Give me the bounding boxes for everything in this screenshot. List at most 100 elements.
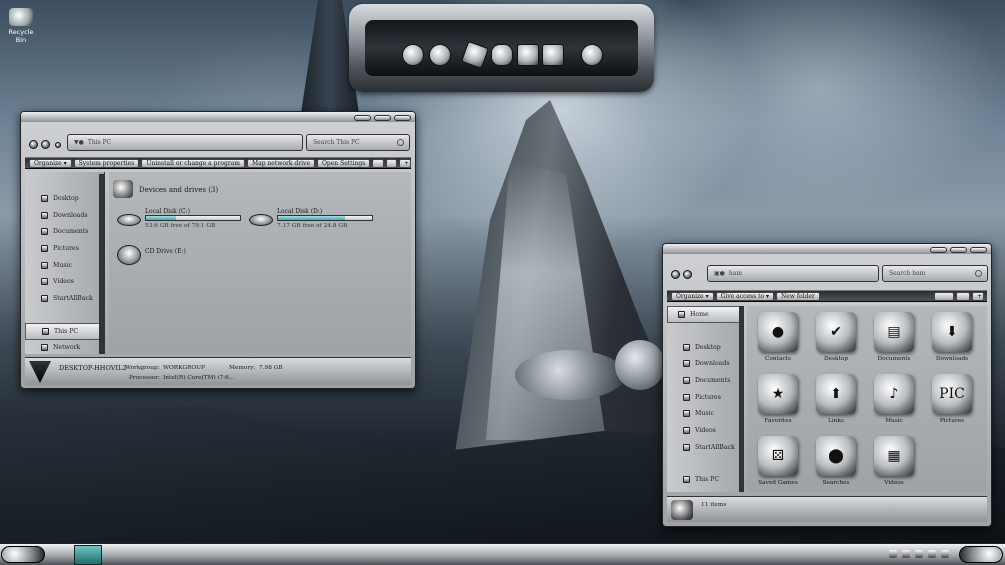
map-drive-button[interactable]: Map network drive <box>246 158 315 168</box>
forward-button[interactable] <box>41 140 50 149</box>
nav-item-pictures[interactable]: Pictures <box>25 240 104 257</box>
folder-documents[interactable]: ▤ Documents <box>865 308 923 370</box>
nav-item-desktop[interactable]: Desktop <box>667 339 740 356</box>
nav-label: Desktop <box>695 343 721 351</box>
address-bar[interactable]: ▼● This PC <box>67 134 303 151</box>
organize-button[interactable]: Organize ▾ <box>671 291 714 301</box>
nav-item-documents[interactable]: Documents <box>25 223 104 240</box>
nav-scrollbar[interactable] <box>739 306 744 492</box>
nav-item-startallback[interactable]: StartAllBack <box>25 290 104 307</box>
folder-icon <box>41 294 48 302</box>
close-button[interactable] <box>394 115 411 121</box>
folder-videos[interactable]: ▦ Videos <box>865 432 923 494</box>
folder-music[interactable]: ♪ Music <box>865 370 923 432</box>
workgroup-label: Workgroup: <box>125 365 160 371</box>
close-button[interactable] <box>970 247 987 253</box>
network-icon[interactable] <box>915 550 923 558</box>
view-options-button[interactable] <box>372 158 385 168</box>
nav-item-music[interactable]: Music <box>667 405 740 422</box>
add-icon[interactable]: + <box>399 158 411 168</box>
drive-name: Local Disk (C:) <box>145 208 191 215</box>
folder-favorites[interactable]: ★ Favorites <box>749 370 807 432</box>
dock-drive-icon[interactable] <box>491 44 513 66</box>
nav-item-downloads[interactable]: Downloads <box>667 355 740 372</box>
folder-links[interactable]: ⬆ Links <box>807 370 865 432</box>
nav-label: StartAllBack <box>53 294 93 302</box>
minimize-button[interactable] <box>930 247 947 253</box>
nav-label: Documents <box>53 228 89 236</box>
maximize-button[interactable] <box>950 247 967 253</box>
preview-pane-button[interactable] <box>956 291 970 301</box>
drive-c[interactable]: Local Disk (C:) 53.6 GB free of 79.1 GB <box>117 208 242 238</box>
volume-icon[interactable] <box>902 550 910 558</box>
dock-settings-icon[interactable] <box>542 44 564 66</box>
nav-item-documents[interactable]: Documents <box>667 372 740 389</box>
recent-button[interactable] <box>55 142 61 148</box>
start-button[interactable] <box>1 546 45 563</box>
nav-item-this-pc[interactable]: This PC <box>667 472 740 489</box>
music-icon <box>683 410 690 418</box>
minimize-button[interactable] <box>354 115 371 121</box>
folder-saved-games[interactable]: ⚄ Saved Games <box>749 432 807 494</box>
drive-e[interactable]: CD Drive (E:) <box>117 245 242 275</box>
drive-d[interactable]: Local Disk (D:) 7.17 GB free of 24.8 GB <box>249 208 374 238</box>
nav-item-this-pc[interactable]: This PC <box>25 322 104 340</box>
workgroup-value: WORKGROUP <box>163 365 205 371</box>
nav-item-videos[interactable]: Videos <box>667 422 740 439</box>
forward-button[interactable] <box>683 270 692 279</box>
nav-label: Videos <box>53 278 74 286</box>
navigation-pane: Home Desktop Downloads Documents Picture… <box>667 306 741 492</box>
view-options-button[interactable] <box>934 291 954 301</box>
hard-drive-icon <box>249 214 273 226</box>
uninstall-button[interactable]: Uninstall or change a program <box>141 158 245 168</box>
give-access-button[interactable]: Give access to ▾ <box>715 291 775 301</box>
dock-trash-icon[interactable] <box>581 44 603 66</box>
nav-scrollbar[interactable] <box>99 174 104 354</box>
folder-pictures[interactable]: PIC Pictures <box>923 370 981 432</box>
dock-helmet-icon[interactable] <box>402 44 424 66</box>
nav-item-downloads[interactable]: Downloads <box>25 207 104 224</box>
nav-label: This PC <box>695 476 720 484</box>
documents-icon <box>683 376 690 384</box>
item-count: 11 items <box>701 502 727 508</box>
preview-pane-button[interactable] <box>386 158 397 168</box>
back-button[interactable] <box>29 140 38 149</box>
nav-item-pictures[interactable]: Pictures <box>667 389 740 406</box>
nav-item-videos[interactable]: Videos <box>25 273 104 290</box>
battery-icon[interactable] <box>928 550 936 558</box>
back-button[interactable] <box>671 270 680 279</box>
recycle-bin-label: Recycle Bin <box>8 28 34 44</box>
folder-desktop[interactable]: ✔ Desktop <box>807 308 865 370</box>
recycle-bin[interactable]: Recycle Bin <box>4 8 38 44</box>
system-properties-button[interactable]: System properties <box>73 158 140 168</box>
notification-icon[interactable] <box>941 550 949 558</box>
contacts-icon: ● <box>758 312 798 352</box>
address-bar[interactable]: ▣● ham <box>707 265 879 282</box>
folder-downloads[interactable]: ⬇ Downloads <box>923 308 981 370</box>
nav-item-startallback[interactable]: StartAllBack <box>667 439 740 456</box>
add-icon[interactable]: + <box>972 291 984 301</box>
dock-shield-icon[interactable] <box>517 44 539 66</box>
search-input[interactable]: Search ham <box>882 265 988 282</box>
tray-circle-icon[interactable] <box>889 550 897 558</box>
command-bar: Organize ▾ Give access to ▾ New folder + <box>667 290 987 302</box>
nav-label: Videos <box>695 426 716 434</box>
dock-globe-icon[interactable] <box>429 44 451 66</box>
devices-icon <box>113 180 133 198</box>
folder-contacts[interactable]: ● Contacts <box>749 308 807 370</box>
search-input[interactable]: Search This PC <box>306 134 410 151</box>
new-folder-button[interactable]: New folder <box>776 291 820 301</box>
downloads-icon <box>41 211 48 219</box>
ham-window: ▣● ham Search ham Organize ▾ Give access … <box>662 243 992 527</box>
nav-item-home[interactable]: Home <box>667 306 740 323</box>
folder-searches[interactable]: ⬤ Searches <box>807 432 865 494</box>
clock-button[interactable] <box>959 546 1003 563</box>
organize-button[interactable]: Organize ▾ <box>29 158 72 168</box>
open-settings-button[interactable]: Open Settings <box>317 158 371 168</box>
maximize-button[interactable] <box>374 115 391 121</box>
drive-name: CD Drive (E:) <box>145 248 186 255</box>
nav-item-desktop[interactable]: Desktop <box>25 190 104 207</box>
nav-item-music[interactable]: Music <box>25 257 104 274</box>
nav-item-network[interactable]: Network <box>25 340 104 357</box>
taskbar-explorer-button[interactable] <box>74 545 102 565</box>
